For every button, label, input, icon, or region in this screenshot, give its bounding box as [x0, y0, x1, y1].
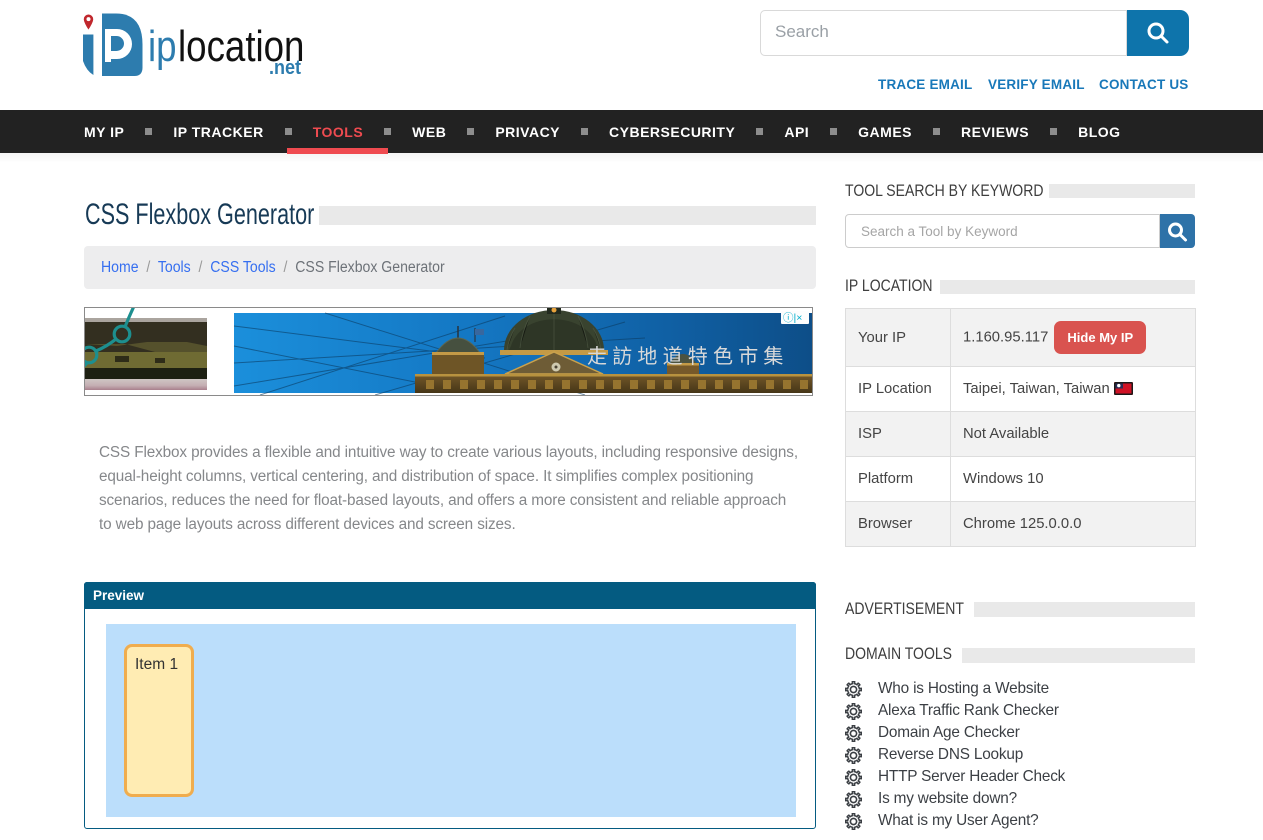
svg-text:.net: .net: [269, 57, 302, 79]
svg-text:走訪地道特色市集: 走訪地道特色市集: [587, 345, 789, 368]
svg-text:ⓘ|×: ⓘ|×: [783, 312, 802, 324]
svg-text:ip: ip: [148, 21, 177, 71]
